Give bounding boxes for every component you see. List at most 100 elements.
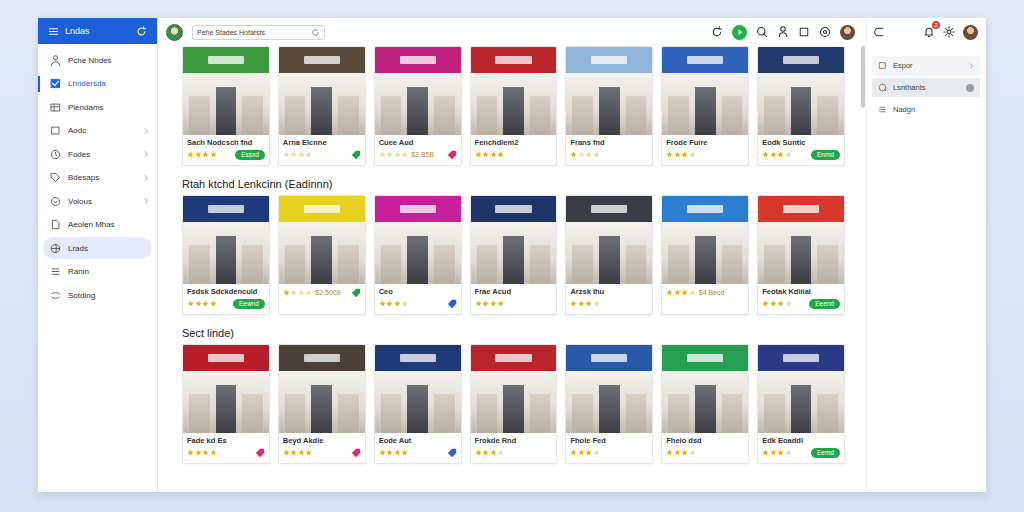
store-card[interactable]: Frode Fuire	[661, 46, 749, 166]
tag-icon[interactable]	[351, 288, 361, 298]
star-icon	[666, 289, 673, 296]
sidebar-label: Volous	[68, 197, 92, 206]
sidebar-item[interactable]: Plendams	[38, 96, 157, 118]
store-card[interactable]: $4 Becd	[661, 195, 749, 315]
store-card[interactable]: Edk Eoaddl Eemd	[757, 344, 845, 464]
sidebar-item[interactable]: Pche Nhdes	[38, 49, 157, 71]
tag-icon[interactable]	[447, 150, 457, 160]
menu-item-icon	[50, 266, 61, 277]
store-photo	[183, 47, 269, 135]
store-card[interactable]: Frokde Rnd	[470, 344, 558, 464]
user-avatar-icon[interactable]	[166, 24, 183, 41]
star-icon	[210, 151, 217, 158]
store-card[interactable]: Sach Nodcsch fndEssxd	[182, 46, 270, 166]
tag-icon[interactable]	[447, 448, 457, 458]
profile-avatar-icon[interactable]	[840, 25, 855, 40]
star-rating	[379, 449, 409, 456]
star-rating	[666, 289, 696, 296]
store-card[interactable]: Fhoie Fed	[565, 344, 653, 464]
sidebar-item[interactable]: Bdesaps	[38, 167, 157, 189]
item-icon	[878, 105, 887, 114]
star-rating	[187, 300, 217, 307]
star-icon	[394, 449, 401, 456]
store-card[interactable]: Frans fnd	[565, 46, 653, 166]
menu-item-icon	[50, 219, 61, 230]
panel-item-label: Lsnthants	[893, 83, 926, 92]
search-field[interactable]: Pehe Stades Hofarsts	[192, 25, 325, 40]
tag-icon[interactable]	[255, 448, 265, 458]
refresh-icon[interactable]	[136, 26, 147, 37]
profile-avatar-icon[interactable]	[963, 25, 978, 40]
star-icon	[394, 151, 401, 158]
star-rating	[187, 151, 217, 158]
status-badge[interactable]: Enmd	[811, 150, 840, 160]
star-rating	[379, 300, 409, 307]
store-card[interactable]: Eodk SunticEnmd	[757, 46, 845, 166]
tag-icon[interactable]	[447, 299, 457, 309]
star-icon	[490, 151, 497, 158]
store-card[interactable]: Arzsk Ihu	[565, 195, 653, 315]
play-icon[interactable]	[732, 25, 747, 40]
store-card[interactable]: Beyd Akdie	[278, 344, 366, 464]
search-icon[interactable]	[756, 26, 768, 38]
sidebar: Lndas Pche NhdesLhndersdaPlendams Aodc Fode…	[38, 18, 158, 492]
store-card[interactable]: Fheio dsd	[661, 344, 749, 464]
menu-icon[interactable]	[48, 26, 59, 37]
sidebar-item[interactable]: Lrads	[43, 237, 152, 259]
window-icon[interactable]	[798, 26, 810, 38]
status-badge[interactable]: Essxd	[235, 150, 265, 160]
sidebar-header: Lndas	[38, 18, 157, 44]
tag-icon[interactable]	[351, 448, 361, 458]
gear-icon[interactable]	[943, 26, 955, 38]
sidebar-item[interactable]: Volous	[38, 190, 157, 212]
sidebar-label: Fodes	[68, 150, 90, 159]
desktop: Lndas Pche NhdesLhndersdaPlendams Aodc Fode…	[0, 0, 1024, 512]
star-rating	[475, 449, 505, 456]
store-card[interactable]: Feotak KdiiialEeend	[757, 195, 845, 315]
store-name: Edk Eoaddl	[762, 436, 840, 445]
status-badge[interactable]: Eewnd	[233, 299, 265, 309]
store-card[interactable]: Arna Elcnne	[278, 46, 366, 166]
panel-item[interactable]: Lsnthants	[872, 78, 980, 97]
store-card[interactable]: Eode Aut	[374, 344, 462, 464]
star-icon	[195, 151, 202, 158]
tag-icon[interactable]	[351, 150, 361, 160]
store-name: Frans fnd	[570, 138, 648, 147]
sidebar-item[interactable]: Ranin	[38, 261, 157, 283]
sidebar-label: Aodc	[68, 126, 86, 135]
store-card[interactable]: Fenchdiem2	[470, 46, 558, 166]
store-card[interactable]: Fsdsk SdckdenculdEewnd	[182, 195, 270, 315]
star-icon	[298, 449, 305, 456]
store-card[interactable]: Ceo	[374, 195, 462, 315]
status-badge[interactable]: Eeend	[809, 299, 840, 309]
store-photo	[566, 47, 652, 135]
back-icon[interactable]	[874, 26, 886, 38]
star-icon	[202, 300, 209, 307]
status-badge[interactable]: Eemd	[811, 448, 840, 458]
sidebar-item[interactable]: Sotding	[38, 284, 157, 306]
user-icon[interactable]	[777, 26, 789, 38]
star-icon	[482, 151, 489, 158]
star-icon	[689, 289, 696, 296]
sidebar-item[interactable]: Lhndersda	[38, 73, 157, 95]
store-photo	[758, 196, 844, 284]
panel-item[interactable]: Nadgn	[872, 100, 980, 119]
scrollbar[interactable]	[861, 46, 865, 108]
panel-item[interactable]: Espor	[872, 56, 980, 75]
sidebar-item[interactable]: Fodes	[38, 143, 157, 165]
refresh-icon[interactable]	[711, 26, 723, 38]
target-icon[interactable]	[819, 26, 831, 38]
menu-item-icon	[50, 243, 61, 254]
store-name: Fheio dsd	[666, 436, 744, 445]
store-card[interactable]: $2.5008	[278, 195, 366, 315]
store-card[interactable]: Fade kd Es	[182, 344, 270, 464]
store-card[interactable]: Cuee Aud$3.B5B	[374, 46, 462, 166]
store-card[interactable]: Frae Acud	[470, 195, 558, 315]
star-icon	[689, 151, 696, 158]
main-area: Pehe Stades Hofarsts Sach Nodcsch fndEssx…	[158, 18, 865, 492]
sidebar-item[interactable]: Aeolen Mhas	[38, 214, 157, 236]
sidebar-item[interactable]: Aodc	[38, 120, 157, 142]
content-area: Sach Nodcsch fndEssxdArna ElcnneCuee Aud…	[158, 46, 865, 492]
panel-item-label: Espor	[893, 61, 913, 70]
star-icon	[578, 300, 585, 307]
